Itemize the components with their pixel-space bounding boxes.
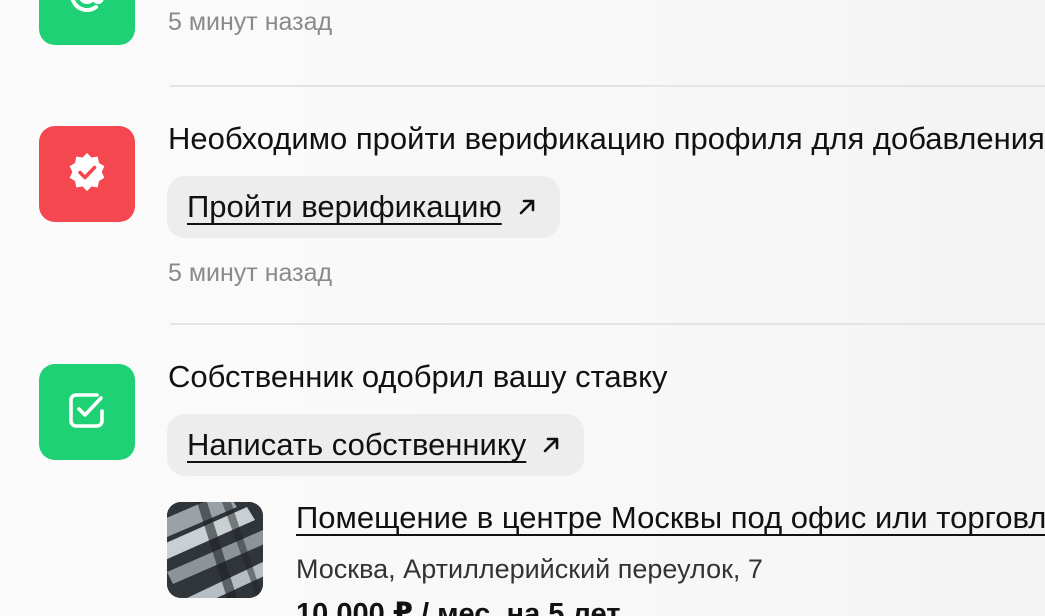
checkbox-icon — [64, 387, 110, 438]
notification-icon-tile — [39, 364, 135, 460]
external-arrow-icon — [516, 196, 538, 218]
external-arrow-icon — [540, 434, 562, 456]
listing-title-link[interactable]: Помещение в центре Москвы под офис или т… — [296, 500, 1045, 536]
action-label: Пройти верификацию — [187, 189, 502, 224]
listing-price: 10 000 ₽ / мес. на 5 лет — [296, 598, 621, 616]
at-sign-icon — [65, 0, 109, 22]
notification-icon-tile — [39, 126, 135, 222]
notification-timestamp: 5 минут назад — [168, 8, 333, 36]
notification-divider — [170, 323, 1045, 325]
verify-profile-button[interactable]: Пройти верификацию — [167, 176, 560, 238]
notification-title: Необходимо пройти верификацию профиля дл… — [168, 121, 1045, 156]
notification-divider — [170, 85, 1045, 87]
message-owner-button[interactable]: Написать собственнику — [167, 414, 585, 476]
notifications-page: 5 минут назад Необходимо пройти верифика… — [0, 0, 1045, 616]
listing-address: Москва, Артиллерийский переулок, 7 — [296, 554, 763, 584]
listing-thumbnail[interactable] — [167, 502, 263, 598]
action-label: Написать собственнику — [187, 427, 527, 462]
notification-title: Собственник одобрил вашу ставку — [168, 359, 668, 394]
notification-icon-tile — [39, 0, 135, 45]
notification-timestamp: 5 минут назад — [168, 259, 333, 287]
verified-badge-icon — [65, 150, 109, 199]
